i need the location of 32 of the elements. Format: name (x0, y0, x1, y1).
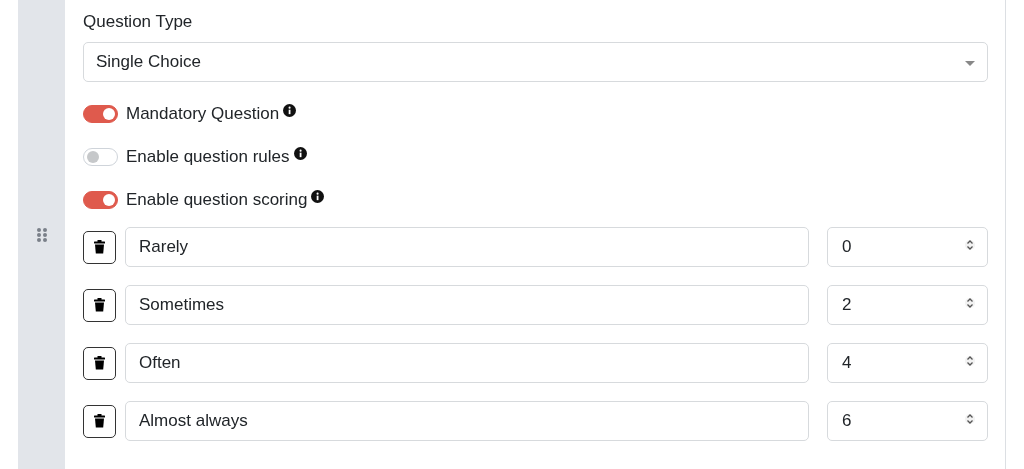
trash-icon (94, 414, 105, 428)
score-field[interactable]: 2 (827, 285, 988, 325)
delete-button[interactable] (83, 288, 116, 322)
score-field[interactable]: 6 (827, 401, 988, 441)
option-field[interactable]: Sometimes (125, 285, 809, 325)
delete-button[interactable] (83, 404, 116, 438)
toggle-label: Mandatory Question (126, 103, 280, 124)
toggle-label: Enable question scoring (126, 189, 308, 210)
caret-icon (965, 61, 975, 67)
info-icon (311, 190, 325, 203)
trash-icon (94, 298, 105, 312)
trash-icon (94, 356, 105, 370)
toggle-switch[interactable] (83, 104, 118, 123)
info-icon (283, 104, 297, 117)
stepper-icon[interactable] (965, 412, 975, 426)
field-label: Question Type (83, 12, 193, 32)
stepper-icon[interactable] (965, 238, 975, 252)
stepper-icon[interactable] (965, 354, 975, 368)
option-field[interactable]: Rarely (125, 227, 809, 267)
stepper-icon[interactable] (965, 296, 975, 310)
score-field[interactable]: 0 (827, 227, 988, 267)
drag-handle-icon[interactable] (36, 227, 47, 242)
trash-icon (94, 240, 105, 254)
delete-button[interactable] (83, 230, 116, 264)
toggle-label: Enable question rules (126, 146, 290, 167)
toggle-switch[interactable] (83, 190, 118, 209)
select-field[interactable]: Single Choice (83, 42, 988, 82)
info-icon (293, 147, 307, 160)
score-field[interactable]: 4 (827, 343, 988, 383)
delete-button[interactable] (83, 346, 116, 380)
option-field[interactable]: Often (125, 343, 809, 383)
option-field[interactable]: Almost always (125, 401, 809, 441)
